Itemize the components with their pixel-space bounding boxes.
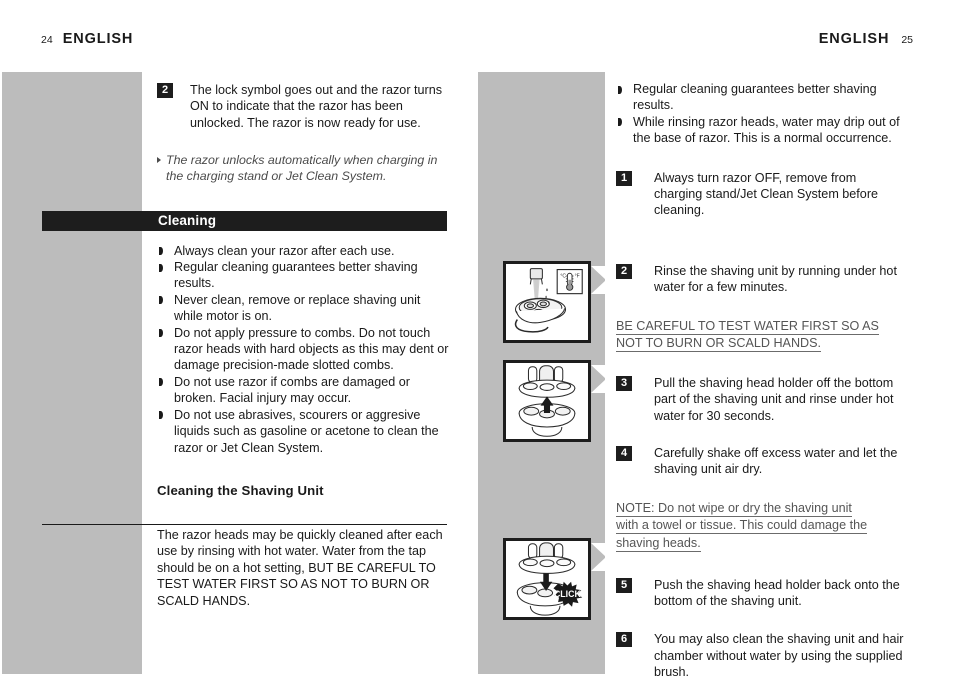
section-heading-bar-cleaning: Cleaning: [42, 211, 447, 231]
list-item: Do not use razor if combs are damaged or…: [157, 374, 449, 407]
caution-line-2: NOT TO BURN OR SCALD HANDS.: [616, 336, 822, 353]
right-step-2-number: 2: [616, 263, 632, 279]
cleaning-bullet-list: Always clean your razor after each use. …: [157, 243, 449, 456]
note-line-3: shaving heads.: [616, 536, 701, 553]
right-step-5-text: Push the shaving head holder back onto t…: [654, 577, 900, 609]
right-step-4-text: Carefully shake off excess water and let…: [654, 446, 898, 477]
left-step-2-number: 2: [157, 83, 173, 98]
page-header-left: 24 ENGLISH: [41, 31, 133, 47]
right-step-2: 2 Rinse the shaving unit by running unde…: [616, 263, 906, 296]
left-margin-panel: [2, 72, 142, 674]
sub-heading-rule: [42, 524, 447, 525]
right-text-column: Regular cleaning guarantees better shavi…: [616, 72, 906, 681]
right-step-1-number: 1: [616, 170, 632, 186]
right-step-1: 1 Always turn razor OFF, remove from cha…: [616, 170, 906, 219]
left-italic-note: The razor unlocks automatically when cha…: [157, 152, 449, 184]
note-line-1: NOTE: Do not wipe or dry the shaving uni…: [616, 500, 852, 517]
left-text-column: 2 The lock symbol goes out and the razor…: [157, 72, 449, 609]
list-item: Always clean your razor after each use.: [157, 243, 449, 259]
figure-push-illustration: CLICK: [516, 542, 583, 616]
section-heading-label: Cleaning: [158, 213, 217, 228]
caution-text: BE CAREFUL TO TEST WATER FIRST SO AS NOT…: [616, 318, 906, 353]
list-item: Do not use abrasives, scourers or aggres…: [157, 407, 449, 456]
page-header-right: ENGLISH 25: [819, 31, 913, 47]
page-number-left: 24: [41, 34, 53, 46]
list-item: While rinsing razor heads, water may dri…: [616, 114, 906, 147]
right-step-1-text: Always turn razor OFF, remove from charg…: [654, 170, 879, 218]
click-label: CLICK: [554, 589, 582, 599]
page-header-title-left: ENGLISH: [62, 31, 134, 47]
right-step-5: 5 Push the shaving head holder back onto…: [616, 577, 906, 610]
list-item: Never clean, remove or replace shaving u…: [157, 292, 449, 325]
page-number-right: 25: [901, 34, 913, 46]
right-step-4: 4 Carefully shake off excess water and l…: [616, 445, 906, 478]
thermometer-celsius-label: °C: [560, 273, 566, 279]
right-step-3-number: 3: [616, 375, 632, 391]
note-text: NOTE: Do not wipe or dry the shaving uni…: [616, 500, 906, 553]
right-step-2-text: Rinse the shaving unit by running under …: [654, 263, 897, 295]
thermometer-fahrenheit-label: °F: [575, 273, 580, 279]
right-step-3: 3 Pull the shaving head holder off the b…: [616, 375, 906, 424]
sub-heading-cleaning-shaving-unit: Cleaning the Shaving Unit: [157, 482, 324, 498]
right-step-3-text: Pull the shaving head holder off the bot…: [654, 375, 894, 423]
figure-rinse-shaving-unit: °C °F: [503, 261, 591, 343]
right-bullet-list: Regular cleaning guarantees better shavi…: [616, 81, 906, 147]
right-step-4-number: 4: [616, 446, 632, 462]
right-step-6-text: You may also clean the shaving unit and …: [654, 632, 904, 680]
left-body-paragraph: The razor heads may be quickly cleaned a…: [157, 527, 443, 608]
figure-push-head-holder-click: CLICK: [503, 538, 591, 620]
right-step-6: 6 You may also clean the shaving unit an…: [616, 631, 906, 680]
right-step-5-number: 5: [616, 577, 632, 593]
caution-line-1: BE CAREFUL TO TEST WATER FIRST SO AS: [616, 318, 879, 335]
right-step-6-number: 6: [616, 632, 632, 648]
thermometer-icon: °C °F: [556, 269, 583, 295]
list-item: Regular cleaning guarantees better shavi…: [616, 81, 906, 114]
note-line-2: with a towel or tissue. This could damag…: [616, 518, 868, 535]
figure-rinse-illustration: °C °F: [514, 268, 583, 333]
left-step-2-text: The lock symbol goes out and the razor t…: [190, 83, 443, 130]
left-step-2: 2 The lock symbol goes out and the razor…: [157, 82, 449, 131]
figure-pull-illustration: [518, 365, 576, 437]
page-header-title-right: ENGLISH: [818, 31, 890, 47]
figure-pull-head-holder: [503, 360, 591, 442]
list-item: Do not apply pressure to combs. Do not t…: [157, 325, 449, 374]
list-item: Regular cleaning guarantees better shavi…: [157, 259, 449, 292]
